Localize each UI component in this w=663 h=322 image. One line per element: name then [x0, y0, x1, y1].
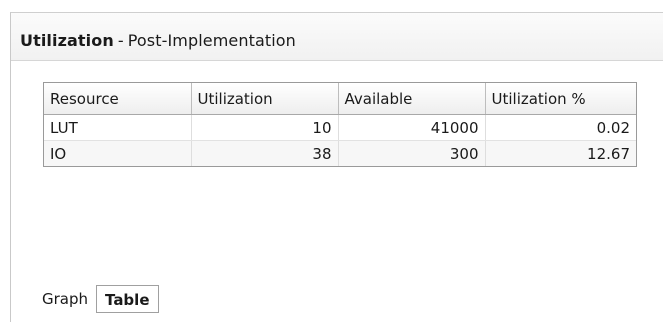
tab-graph[interactable]: Graph — [36, 285, 94, 313]
cell-utilization: 10 — [191, 114, 339, 141]
utilization-panel: Utilization - Post-Implementation — [10, 12, 663, 322]
panel-title: Utilization - Post-Implementation — [20, 31, 296, 50]
cell-available: 41000 — [338, 114, 486, 141]
cell-resource: LUT — [44, 114, 192, 141]
panel-title-separator: - — [117, 31, 124, 50]
cell-resource: IO — [44, 140, 192, 166]
panel-title-main: Utilization — [20, 31, 114, 50]
cell-available: 300 — [338, 140, 486, 166]
top-margin — [0, 0, 663, 12]
table-header-row: Resource Utilization Available Utilizati… — [44, 83, 636, 115]
column-header-available[interactable]: Available — [338, 83, 486, 115]
column-header-resource[interactable]: Resource — [44, 83, 192, 115]
cell-utilization-percent: 12.67 — [485, 140, 636, 166]
utilization-table: Resource Utilization Available Utilizati… — [43, 82, 637, 167]
column-header-utilization-percent[interactable]: Utilization % — [485, 83, 636, 115]
tab-table[interactable]: Table — [96, 285, 159, 313]
table-row[interactable]: IO 38 300 12.67 — [44, 140, 636, 166]
view-tabs: Graph Table — [36, 285, 159, 314]
panel-title-subtitle: Post-Implementation — [127, 31, 296, 50]
cell-utilization: 38 — [191, 140, 339, 166]
table-row[interactable]: LUT 10 41000 0.02 — [44, 114, 636, 141]
utilization-window: Utilization - Post-Implementation Resource… — [0, 0, 663, 322]
cell-utilization-percent: 0.02 — [485, 114, 636, 141]
panel-header: Utilization - Post-Implementation — [11, 13, 663, 61]
column-header-utilization[interactable]: Utilization — [191, 83, 339, 115]
